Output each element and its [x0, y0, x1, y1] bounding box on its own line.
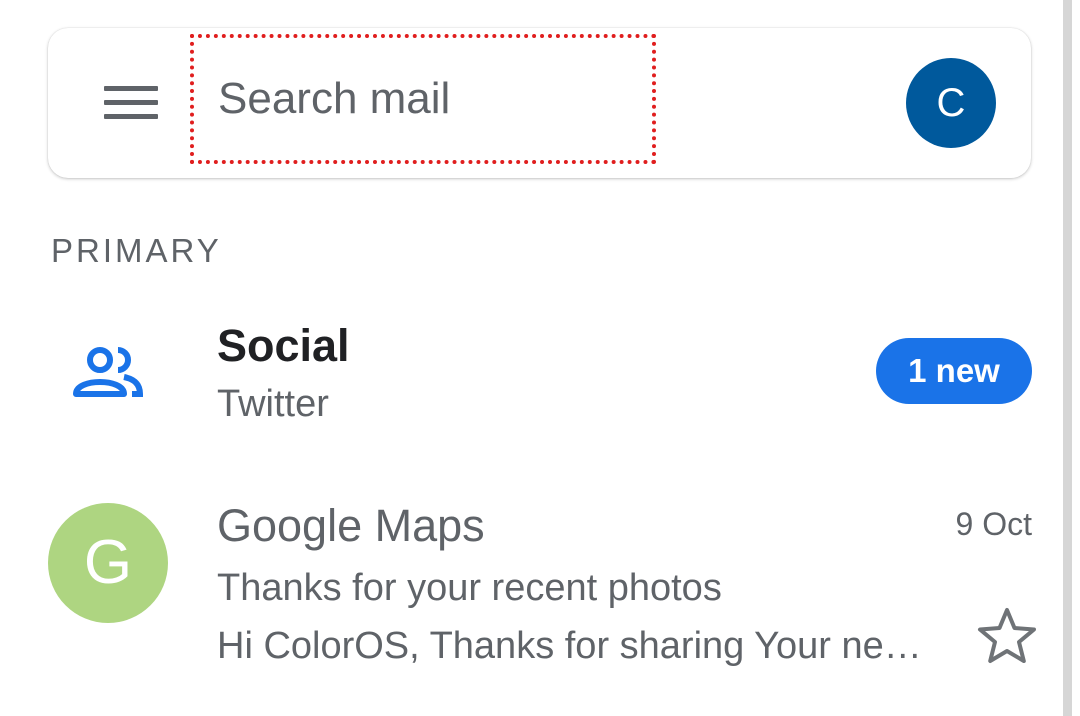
email-date: 9 Oct [955, 506, 1032, 542]
menu-icon-line [104, 100, 158, 105]
sender-avatar[interactable]: G [48, 503, 168, 623]
star-icon[interactable] [976, 606, 1038, 666]
section-header-primary: PRIMARY [51, 232, 222, 269]
gmail-inbox: C PRIMARY Social Twitter 1 new G Google … [0, 0, 1080, 716]
category-row-social[interactable]: Social Twitter 1 new [0, 300, 1060, 450]
scrollbar[interactable] [1063, 0, 1072, 716]
category-title: Social [217, 320, 350, 371]
search-bar: C [48, 28, 1031, 178]
account-avatar[interactable]: C [906, 58, 996, 148]
email-sender: Google Maps [217, 500, 485, 551]
new-count-badge: 1 new [876, 338, 1032, 404]
menu-icon-line [104, 86, 158, 91]
menu-icon-line [104, 114, 158, 119]
email-row[interactable]: G Google Maps 9 Oct Thanks for your rece… [0, 480, 1060, 680]
people-icon [73, 347, 144, 397]
email-snippet: Hi ColorOS, Thanks for sharing Your ne… [217, 625, 922, 667]
email-subject: Thanks for your recent photos [217, 567, 722, 609]
menu-icon[interactable] [104, 83, 160, 123]
search-input[interactable] [190, 34, 656, 164]
category-subtitle: Twitter [217, 383, 329, 425]
